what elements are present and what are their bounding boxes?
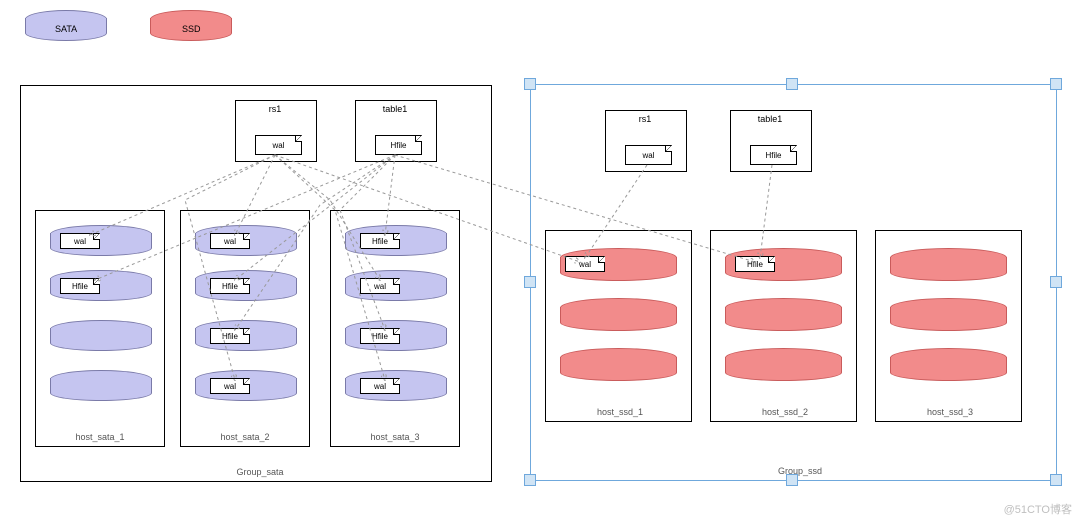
host-ssd-2-disk2 [725, 298, 840, 330]
rs1-wal-text: wal [272, 141, 284, 150]
host-sata-1-disk4 [50, 370, 150, 400]
table1-title: table1 [355, 104, 435, 114]
host-ssd-2-file1: Hfile [735, 256, 775, 272]
host-sata-2-label: host_sata_2 [215, 432, 275, 442]
resize-handle-ne[interactable] [1050, 78, 1062, 90]
host-ssd-3-label: host_ssd_3 [920, 407, 980, 417]
resize-handle-sw[interactable] [524, 474, 536, 486]
host-ssd-2-label: host_ssd_2 [755, 407, 815, 417]
resize-handle-se[interactable] [1050, 474, 1062, 486]
host-sata-1-file1: wal [60, 233, 100, 249]
host-ssd-3-disk1 [890, 248, 1005, 280]
host-sata-1-file2: Hfile [60, 278, 100, 294]
legend-sata-label: SATA [55, 24, 77, 34]
host-sata-3-label: host_sata_3 [365, 432, 425, 442]
group-sata-label: Group_sata [230, 467, 290, 477]
table1-hfile-note[interactable]: Hfile [375, 135, 422, 155]
rs1-ssd-title: rs1 [605, 114, 685, 124]
rs1-ssd-wal-note[interactable]: wal [625, 145, 672, 165]
host-ssd-1-label: host_ssd_1 [590, 407, 650, 417]
resize-handle-e[interactable] [1050, 276, 1062, 288]
resize-handle-w[interactable] [524, 276, 536, 288]
rs1-title: rs1 [235, 104, 315, 114]
legend-ssd-label: SSD [182, 24, 201, 34]
resize-handle-nw[interactable] [524, 78, 536, 90]
table1-ssd-title: table1 [730, 114, 810, 124]
group-ssd-label: Group_ssd [770, 466, 830, 476]
diagram-canvas: SATA SSD Group_sata rs1 wal table1 Hfile… [0, 0, 1080, 521]
host-sata-3-file4: wal [360, 378, 400, 394]
host-sata-2-file1: wal [210, 233, 250, 249]
host-ssd-1-file1: wal [565, 256, 605, 272]
host-ssd-3-disk3 [890, 348, 1005, 380]
host-sata-3-file1: Hfile [360, 233, 400, 249]
resize-handle-s[interactable] [786, 474, 798, 486]
host-sata-3-file2: wal [360, 278, 400, 294]
host-ssd-2-disk3 [725, 348, 840, 380]
table1-hfile-text: Hfile [390, 141, 406, 150]
rs1-wal-note[interactable]: wal [255, 135, 302, 155]
host-sata-3-file3: Hfile [360, 328, 400, 344]
host-sata-2-file4: wal [210, 378, 250, 394]
host-ssd-3-disk2 [890, 298, 1005, 330]
resize-handle-n[interactable] [786, 78, 798, 90]
watermark: @51CTO博客 [1004, 501, 1072, 517]
host-sata-2-file3: Hfile [210, 328, 250, 344]
host-sata-1-disk3 [50, 320, 150, 350]
host-ssd-1-disk3 [560, 348, 675, 380]
host-sata-1-label: host_sata_1 [70, 432, 130, 442]
table1-ssd-hfile-note[interactable]: Hfile [750, 145, 797, 165]
host-ssd-1-disk2 [560, 298, 675, 330]
host-sata-2-file2: Hfile [210, 278, 250, 294]
